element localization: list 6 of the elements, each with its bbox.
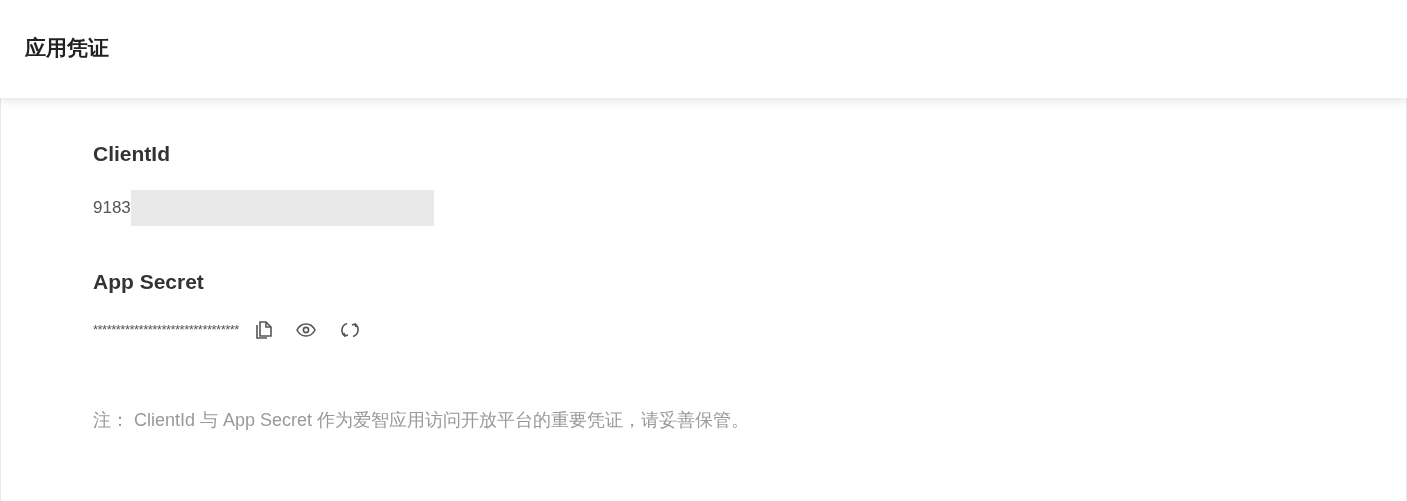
app-secret-value: ******************************** xyxy=(93,321,239,340)
note-text: 注： ClientId 与 App Secret 作为爱智应用访问开放平台的重要凭证，请妥善保管。 xyxy=(93,409,751,432)
page-title: 应用凭证 xyxy=(25,35,109,63)
field-label: App Secret xyxy=(93,268,205,295)
field-label: ClientId xyxy=(93,141,171,167)
client-id-value: 9183 xyxy=(93,196,131,219)
